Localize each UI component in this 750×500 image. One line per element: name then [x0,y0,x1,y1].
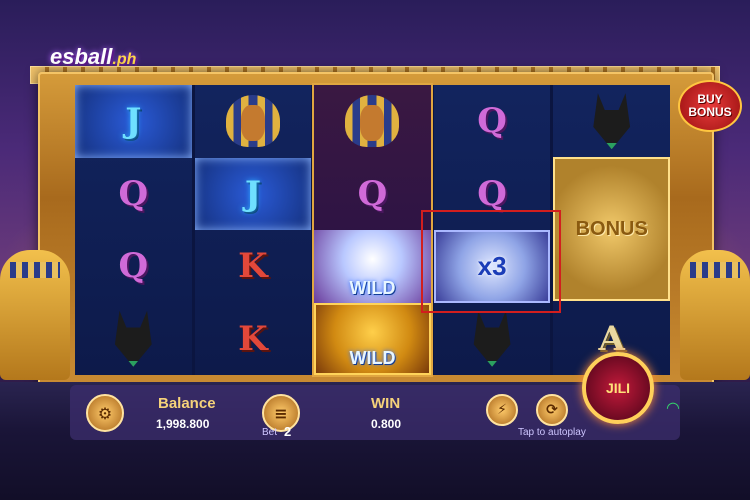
symbol-j: J [125,101,142,142]
reel-cell [75,303,192,376]
bonus-label: BONUS [575,217,648,240]
reel-cell: Q [75,158,192,231]
balance-value: 1,998.800 [156,417,210,431]
win-label: WIN [371,395,401,412]
symbol-q: Q [477,173,507,214]
symbol-k: K [238,318,268,359]
pharaoh-icon [225,95,280,148]
balance-label: Balance [158,395,216,412]
lightning-icon[interactable]: ⚡ [486,394,518,426]
reel-cell: K [195,303,312,376]
reel-2: J K K [194,85,312,376]
reel-cell: Q [314,158,431,231]
anubis-icon [473,310,511,367]
gear-icon[interactable]: ⚙ [86,394,124,432]
bet-label: Bet [262,427,278,438]
wild-symbol-silver: WILD [314,230,431,303]
wifi-icon: ◠ [666,398,680,417]
buy-bonus-line2: BONUS [688,105,732,119]
reel-cell [195,85,312,158]
spin-label: JILI [605,380,631,396]
highlight-box [421,210,561,313]
pharaoh-icon [345,95,400,148]
right-sphinx-statue [680,250,750,380]
buy-bonus-button[interactable]: BUY BONUS [678,80,742,132]
autoplay-hint: Tap to autoplay [518,427,586,438]
bonus-symbol: BONUS [553,157,670,301]
reel-cell [553,85,670,158]
reel-cell: WILD [314,302,431,375]
left-sphinx-statue [0,250,70,380]
anubis-icon [114,310,152,367]
wild-symbol-gold: WILD [314,302,431,375]
symbol-q: Q [477,101,507,142]
reel-5: A A BONUS [553,85,670,375]
reel-cell [434,303,551,376]
autoplay-icon[interactable]: ⟳ [536,394,568,426]
reel-cell: WILD [314,230,431,303]
anubis-icon [593,93,631,150]
symbol-q: Q [118,173,149,214]
symbol-j: J [244,173,261,214]
spin-button[interactable]: JILI [582,352,654,424]
reel-cell: K [195,230,312,303]
reel-1: J Q Q [75,85,192,375]
reel-cell: Q [75,230,192,303]
reel-cell [314,85,431,158]
reel-grid: J Q Q J K K Q WILD WILD Q Q x3 A BONUS [75,83,670,377]
slot-game-screen: esball.ph J Q Q J K K Q WILD WILD Q Q x3… [0,0,750,500]
reel-cell: J [75,85,192,158]
symbol-q: Q [357,173,388,214]
reel-cell: Q [434,85,551,158]
bet-value: 2 [284,424,292,439]
reel-3: Q WILD WILD [312,83,433,377]
symbol-q: Q [118,246,149,287]
win-value: 0.800 [371,417,402,431]
symbol-k: K [238,246,268,287]
reel-cell: J [194,157,312,230]
